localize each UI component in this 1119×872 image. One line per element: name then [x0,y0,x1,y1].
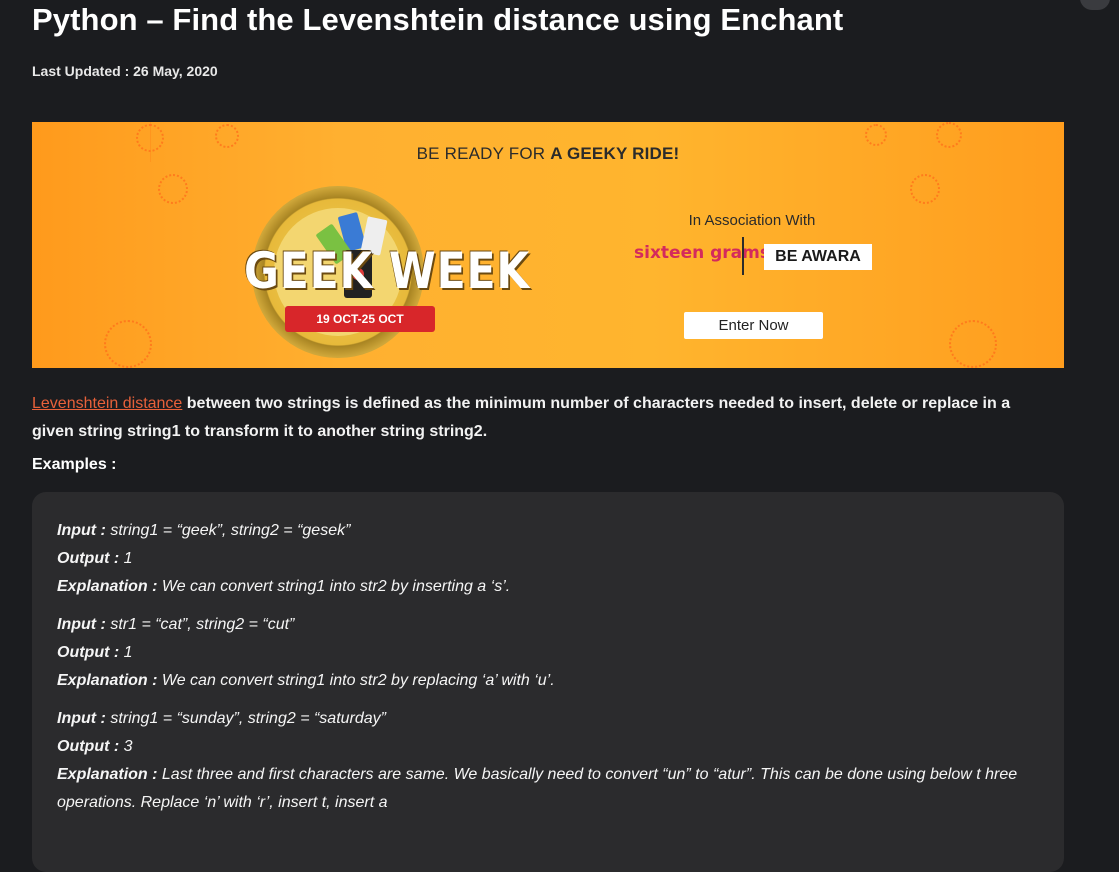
lantern-icon [104,320,152,368]
lantern-icon [910,174,940,204]
example-3: Input : string1 = “sunday”, string2 = “s… [57,710,1018,811]
association-text: In Association With [688,212,816,229]
sixteen-grams-logo: sixteen grams [634,243,770,263]
banner-tagline: BE READY FOR A GEEKY RIDE! [32,144,1064,164]
example-1: Input : string1 = “geek”, string2 = “ges… [57,522,511,595]
dates-ribbon: 19 OCT-25 OCT [285,306,435,332]
example-2: Input : str1 = “cat”, string2 = “cut” Ou… [57,616,555,689]
corner-menu-button[interactable] [1080,0,1110,10]
geek-week-logo: GEEK WEEK [244,242,531,300]
enter-now-button[interactable]: Enter Now [684,312,823,339]
be-awara-logo: BE AWARA [764,244,872,270]
tagline-text: BE READY FOR [416,144,551,163]
levenshtein-link[interactable]: Levenshtein distance [32,395,182,412]
tagline-bold: A GEEKY RIDE! [550,144,680,163]
lantern-icon [158,174,188,204]
lantern-icon [865,124,887,146]
page-title: Python – Find the Levenshtein distance u… [32,2,844,37]
last-updated: Last Updated : 26 May, 2020 [32,63,218,79]
examples-heading: Examples : [32,456,117,473]
lantern-icon [949,320,997,368]
geek-week-banner[interactable]: BE READY FOR A GEEKY RIDE! GEEK WEEK 19 … [32,122,1064,368]
partner-divider [742,237,744,275]
intro-paragraph: Levenshtein distance between two strings… [32,390,1042,446]
